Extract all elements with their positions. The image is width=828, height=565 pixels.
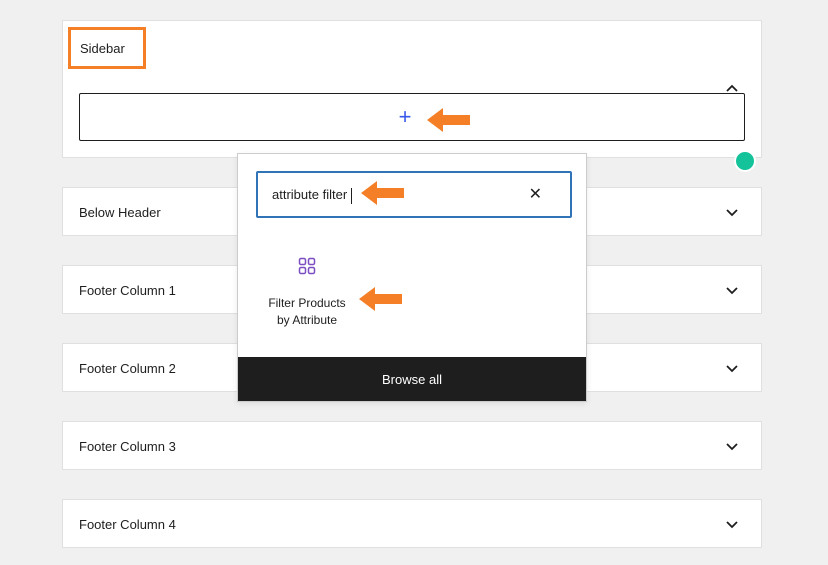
arrow-icon: [427, 108, 470, 132]
block-inserter-popover: ✕ Filter Products by Attribute Browse al…: [237, 153, 587, 402]
plus-icon: +: [398, 104, 412, 129]
sidebar-title-label: Sidebar: [80, 40, 125, 56]
block-search-box: ✕: [256, 171, 572, 218]
sidebar-panel: Sidebar +: [62, 20, 762, 158]
chevron-down-icon: [725, 361, 739, 375]
browse-all-button[interactable]: Browse all: [238, 357, 586, 401]
browse-all-label: Browse all: [382, 371, 442, 387]
chevron-down-icon: [725, 283, 739, 297]
panel-title: Footer Column 4: [79, 516, 176, 532]
chevron-down-icon: [725, 517, 739, 531]
sidebar-panel-title[interactable]: Sidebar: [68, 27, 146, 69]
block-result-filter-products-by-attribute[interactable]: Filter Products by Attribute: [262, 250, 352, 334]
text-cursor: [351, 188, 352, 204]
panel-footer-column-4: Footer Column 4: [62, 499, 762, 548]
block-result-label-line2: by Attribute: [276, 313, 338, 327]
panel-footer-column-3: Footer Column 3: [62, 421, 762, 470]
panel-title: Footer Column 3: [79, 438, 176, 454]
arrow-icon: [359, 287, 402, 311]
arrow-icon: [361, 181, 404, 205]
panel-footer-column-3-toggle[interactable]: Footer Column 3: [63, 422, 761, 470]
help-icon[interactable]: [734, 150, 756, 172]
panel-title: Below Header: [79, 204, 161, 220]
grid-icon: [298, 257, 316, 275]
close-icon[interactable]: ✕: [529, 186, 542, 203]
panel-title: Footer Column 2: [79, 360, 176, 376]
chevron-down-icon: [725, 205, 739, 219]
add-block-button[interactable]: +: [79, 93, 745, 141]
block-result-label-line1: Filter Products: [268, 296, 346, 310]
chevron-down-icon: [725, 439, 739, 453]
panel-footer-column-4-toggle[interactable]: Footer Column 4: [63, 500, 761, 548]
panel-title: Footer Column 1: [79, 282, 176, 298]
block-result-label: Filter Products by Attribute: [262, 295, 352, 329]
